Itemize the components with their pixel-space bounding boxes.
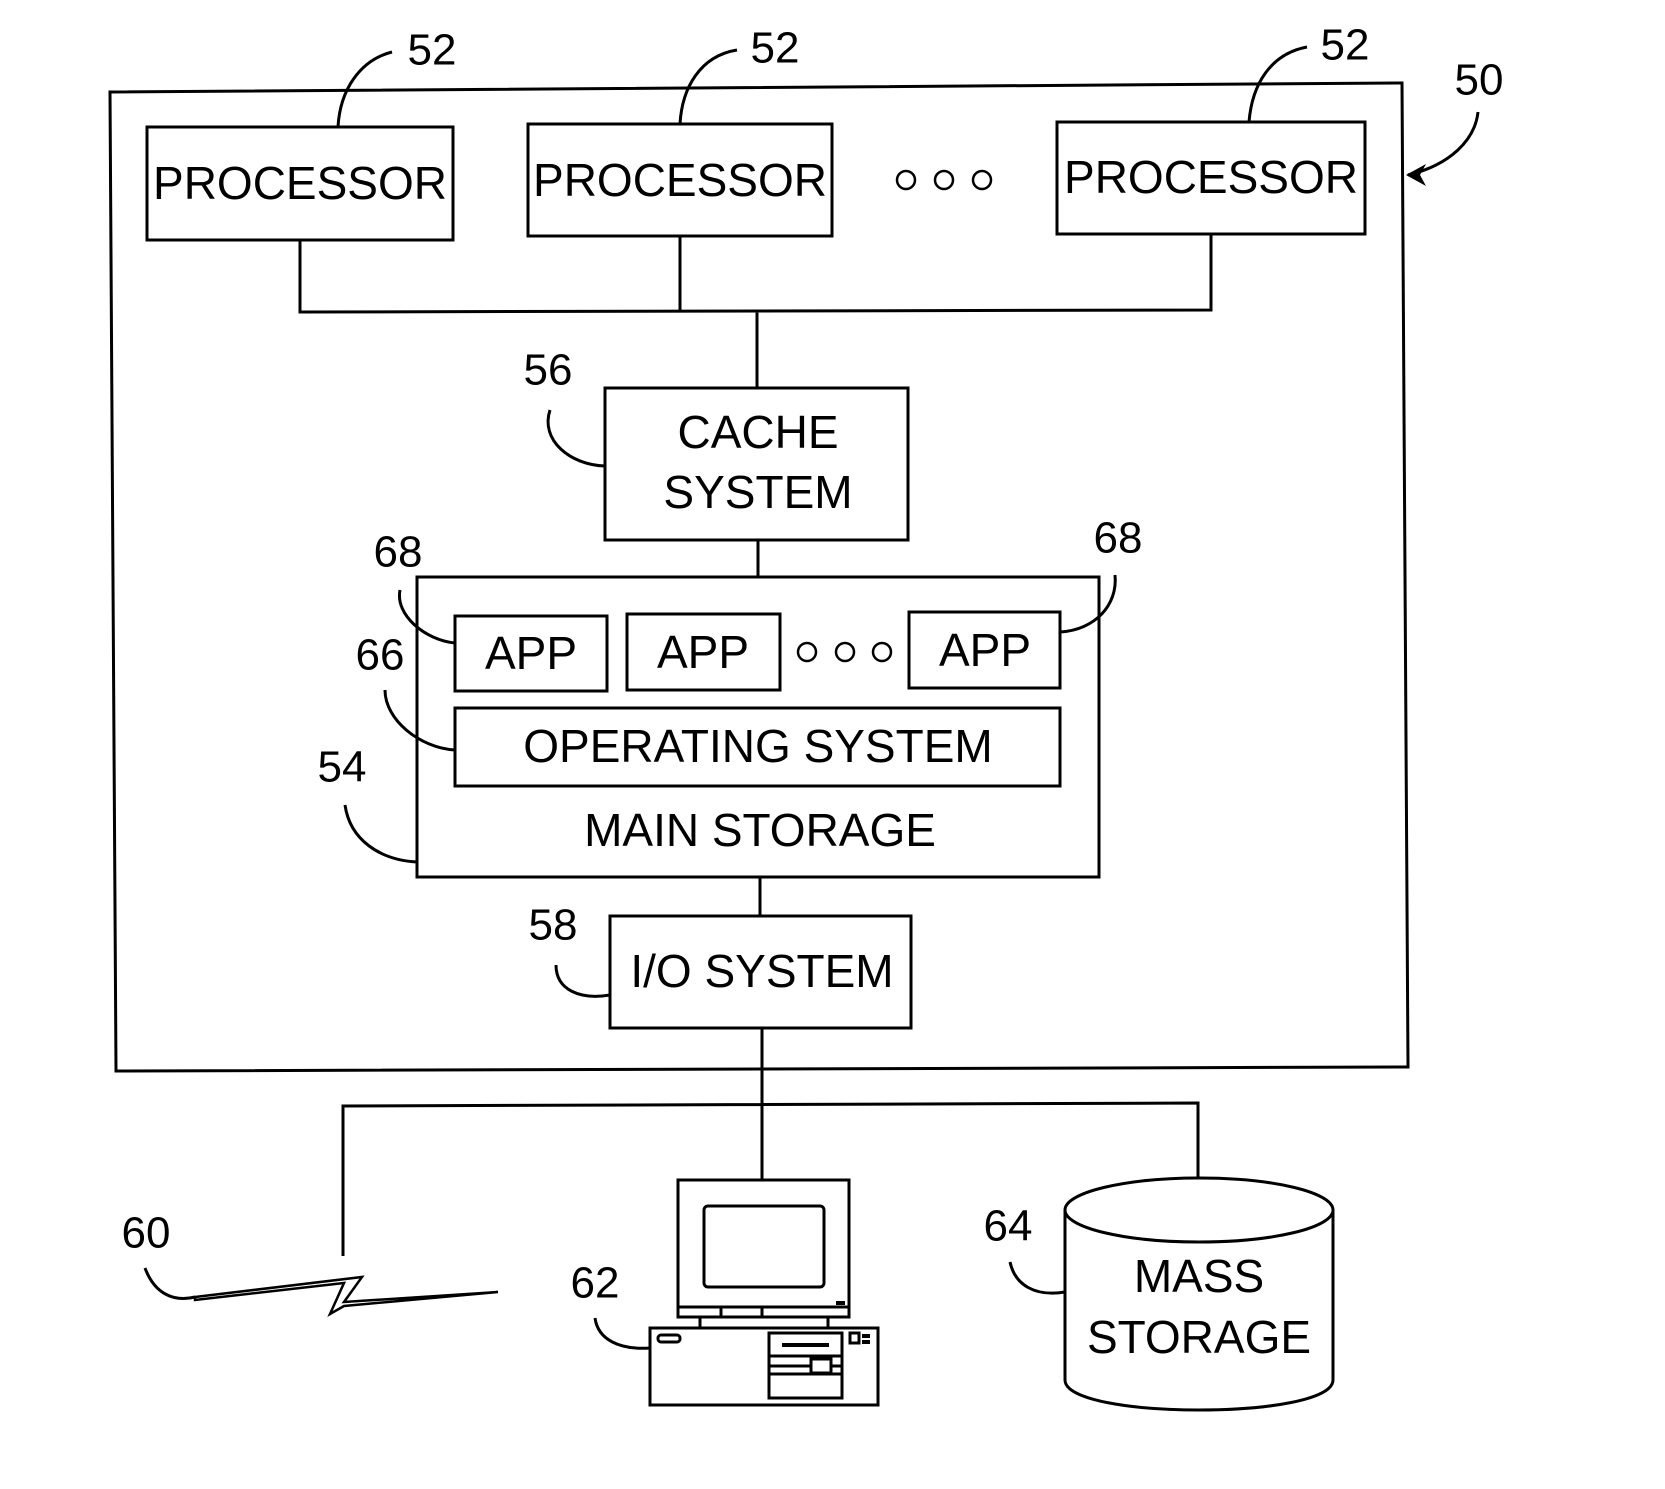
ellipsis-icon	[796, 641, 893, 663]
ref-processor: 52	[751, 24, 800, 73]
ellipsis-icon	[895, 169, 993, 191]
processor-label: PROCESSOR	[1064, 151, 1358, 203]
ref-network-leader	[143, 1267, 196, 1300]
network-link-icon	[193, 1275, 499, 1317]
main-storage-label: MAIN STORAGE	[584, 804, 936, 856]
processor-label: PROCESSOR	[153, 157, 447, 209]
ref-app: 68	[1094, 514, 1143, 563]
app-label: APP	[939, 624, 1031, 676]
system-diagram: 50 PROCESSOR 52 PROCESSOR 52 PROCESSOR 5…	[108, 21, 1504, 1412]
ref-operating-system: 66	[356, 631, 405, 680]
ref-main-storage: 54	[318, 743, 367, 792]
cache-system-label: CACHE	[677, 406, 838, 458]
processor-bus	[298, 234, 1213, 388]
ref-workstation-leader	[593, 1317, 651, 1350]
ref-network: 60	[122, 1209, 171, 1258]
ref-app: 68	[374, 528, 423, 577]
mass-storage-label: MASS	[1134, 1250, 1264, 1302]
ref-processor: 52	[408, 26, 457, 75]
ref-main-storage-leader	[343, 804, 418, 864]
arrowhead-icon	[1406, 164, 1426, 186]
ref-workstation: 62	[571, 1259, 620, 1308]
ref-system-leader	[1407, 111, 1480, 177]
app-label: APP	[485, 627, 577, 679]
mass-storage-label: STORAGE	[1087, 1311, 1311, 1363]
ref-processor: 52	[1321, 21, 1370, 70]
ref-cache: 56	[524, 346, 573, 395]
ref-cache-leader	[546, 409, 606, 468]
io-system-label: I/O SYSTEM	[630, 945, 893, 997]
operating-system-label: OPERATING SYSTEM	[523, 720, 992, 772]
ref-io-system-leader	[554, 964, 611, 998]
ref-mass-storage: 64	[984, 1202, 1033, 1251]
ref-io-system: 58	[529, 901, 578, 950]
cache-system-label: SYSTEM	[663, 466, 852, 518]
ref-mass-storage-leader	[1008, 1261, 1066, 1295]
processor-label: PROCESSOR	[533, 154, 827, 206]
ref-system: 50	[1455, 56, 1504, 105]
workstation-icon	[648, 1178, 880, 1407]
app-label: APP	[657, 626, 749, 678]
